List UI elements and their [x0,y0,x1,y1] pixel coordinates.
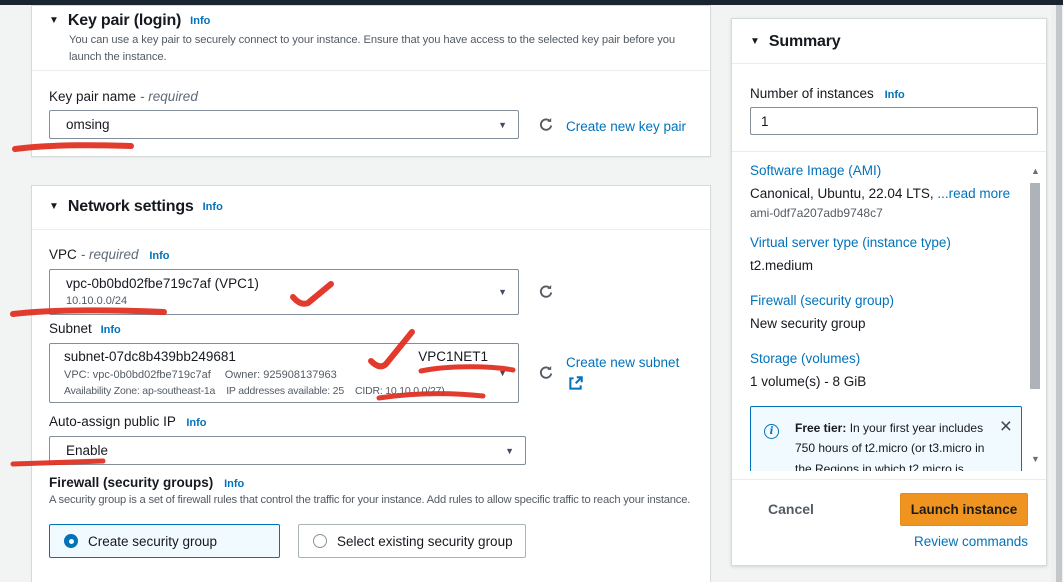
page-scrollbar-thumb[interactable] [1056,0,1062,582]
subnet-id: subnet-07dc8b439bb249681 [64,349,236,364]
browser-top-bar [0,0,1063,5]
create-security-group-option[interactable]: Create security group [49,524,280,558]
read-more-link[interactable]: ...read more [937,186,1010,201]
vpc-select-cidr: 10.10.0.0/24 [66,295,127,307]
free-tier-callout: i Free tier: In your first year includes… [750,406,1022,471]
vpc-select[interactable]: vpc-0b0bd02fbe719c7af (VPC1) 10.10.0.0/2… [49,269,519,315]
refresh-icon [537,289,555,304]
collapse-triangle-icon: ▼ [49,202,59,212]
key-pair-select-value: omsing [66,117,110,132]
collapse-triangle-icon: ▼ [750,37,760,47]
panel-title: Summary [769,33,841,51]
key-pair-header[interactable]: ▼ Key pair (login) Info [49,12,210,30]
option-label: Select existing security group [337,534,513,549]
ami-id: ami-0df7a207adb9748c7 [750,206,883,220]
info-link[interactable]: Info [224,478,244,490]
launch-instance-button[interactable]: Launch instance [900,493,1028,526]
storage-value: 1 volume(s) - 8 GiB [750,374,866,389]
firewall-description: A security group is a set of firewall ru… [49,492,704,509]
storage-link[interactable]: Storage (volumes) [750,351,860,366]
info-circle-icon: i [764,424,779,439]
key-pair-select[interactable]: omsing ▼ [49,110,519,139]
divider [732,151,1046,152]
firewall-summary-link[interactable]: Firewall (security group) [750,293,894,308]
info-link[interactable]: Info [149,250,169,262]
refresh-icon [537,370,555,385]
firewall-summary-value: New security group [750,316,866,331]
review-commands-link[interactable]: Review commands [892,534,1028,549]
section-title: Network settings [68,198,194,216]
vpc-select-value: vpc-0b0bd02fbe719c7af (VPC1) [66,276,259,291]
info-link[interactable]: Info [101,324,121,336]
key-pair-description: You can use a key pair to securely conne… [69,32,699,67]
auto-assign-ip-select[interactable]: Enable ▼ [49,436,526,465]
refresh-icon [537,122,555,137]
key-pair-section: ▼ Key pair (login) Info You can use a ke… [31,5,711,157]
cancel-button[interactable]: Cancel [768,501,814,517]
summary-scroll-region: Software Image (AMI) Canonical, Ubuntu, … [732,153,1046,471]
key-pair-name-label: Key pair name- required [49,89,198,104]
subnet-label: Subnet Info [49,321,121,336]
instance-type-value: t2.medium [750,258,813,273]
vpc-label: VPC- required Info [49,247,169,262]
collapse-triangle-icon: ▼ [49,16,59,26]
software-image-link[interactable]: Software Image (AMI) [750,163,881,178]
radio-selected-icon[interactable] [64,534,78,548]
summary-scrollbar-thumb[interactable] [1030,183,1040,389]
create-new-subnet-link[interactable]: Create new subnet [566,355,679,370]
subnet-name-tag: VPC1NET1 [418,349,488,364]
divider [32,70,710,71]
info-link[interactable]: Info [885,89,905,101]
external-link-icon[interactable] [568,376,583,396]
refresh-vpc-button[interactable] [537,283,555,304]
chevron-down-icon: ▼ [498,368,507,378]
firewall-label: Firewall (security groups) Info [49,475,244,490]
number-of-instances-label: Number of instances Info [750,86,905,101]
scroll-up-icon[interactable]: ▲ [1031,167,1040,176]
info-link[interactable]: Info [190,15,210,27]
summary-header[interactable]: ▼ Summary [750,33,840,51]
network-settings-header[interactable]: ▼ Network settings Info [49,198,223,216]
close-icon[interactable]: × [1000,416,1012,437]
free-tier-text: Free tier: In your first year includes 7… [795,418,1001,471]
option-label: Create security group [88,534,217,549]
instance-type-link[interactable]: Virtual server type (instance type) [750,235,951,250]
subnet-line2: VPC: vpc-0b0bd02fbe719c7afOwner: 9259081… [64,369,337,381]
auto-assign-ip-label: Auto-assign public IP Info [49,414,207,429]
subnet-select[interactable]: subnet-07dc8b439bb249681 VPC1NET1 VPC: v… [49,343,519,403]
chevron-down-icon: ▼ [498,120,507,130]
info-link[interactable]: Info [203,201,223,213]
chevron-down-icon: ▼ [498,287,507,297]
summary-panel: ▼ Summary Number of instances Info Softw… [731,18,1047,566]
divider [32,229,710,230]
network-settings-section: ▼ Network settings Info VPC- required In… [31,185,711,582]
section-title: Key pair (login) [68,12,181,30]
launch-instance-page: ▼ Key pair (login) Info You can use a ke… [0,0,1063,582]
software-image-value: Canonical, Ubuntu, 22.04 LTS, ...read mo… [750,186,1010,201]
chevron-down-icon: ▼ [505,446,514,456]
info-link[interactable]: Info [186,417,206,429]
auto-assign-ip-value: Enable [66,443,108,458]
subnet-line3: Availability Zone: ap-southeast-1aIP add… [64,385,445,397]
radio-unselected-icon[interactable] [313,534,327,548]
number-of-instances-input[interactable] [750,107,1038,135]
divider [732,63,1046,64]
refresh-subnet-button[interactable] [537,364,555,385]
create-new-key-pair-link[interactable]: Create new key pair [566,119,686,134]
select-existing-security-group-option[interactable]: Select existing security group [298,524,526,558]
divider [732,479,1046,480]
scroll-down-icon[interactable]: ▼ [1031,455,1040,464]
refresh-key-pairs-button[interactable] [537,116,555,137]
